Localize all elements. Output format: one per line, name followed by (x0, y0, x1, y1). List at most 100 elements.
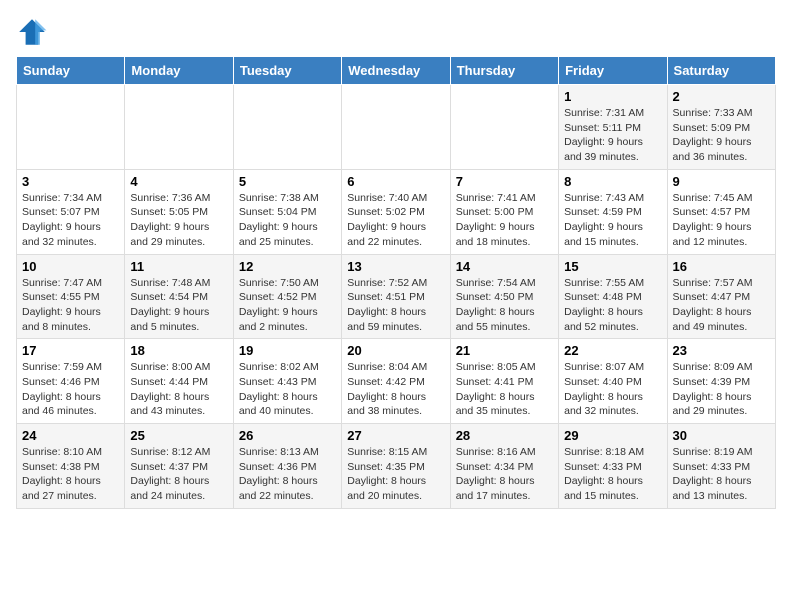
calendar-cell: 22 Sunrise: 8:07 AM Sunset: 4:40 PM Dayli… (559, 339, 667, 424)
calendar-cell: 29Sunrise: 8:18 AM Sunset: 4:33 PM Dayli… (559, 424, 667, 509)
calendar-cell: 19Sunrise: 8:02 AM Sunset: 4:43 PM Dayli… (233, 339, 341, 424)
weekday-header: Tuesday (233, 57, 341, 85)
day-number: 11 (130, 259, 227, 274)
calendar-cell: 14 Sunrise: 7:54 AM Sunset: 4:50 PM Dayli… (450, 254, 558, 339)
day-number: 23 (673, 343, 770, 358)
day-info: Sunrise: 7:38 AM Sunset: 5:04 PM Dayligh… (239, 191, 336, 250)
calendar-cell: 15 Sunrise: 7:55 AM Sunset: 4:48 PM Dayli… (559, 254, 667, 339)
calendar-cell: 20 Sunrise: 8:04 AM Sunset: 4:42 PM Dayli… (342, 339, 450, 424)
day-number: 28 (456, 428, 553, 443)
calendar-cell: 9Sunrise: 7:45 AM Sunset: 4:57 PM Daylig… (667, 169, 775, 254)
day-number: 21 (456, 343, 553, 358)
day-number: 27 (347, 428, 444, 443)
day-info: Sunrise: 7:41 AM Sunset: 5:00 PM Dayligh… (456, 191, 553, 250)
calendar-cell: 30 Sunrise: 8:19 AM Sunset: 4:33 PM Dayli… (667, 424, 775, 509)
day-number: 16 (673, 259, 770, 274)
day-info: Sunrise: 7:55 AM Sunset: 4:48 PM Dayligh… (564, 276, 661, 335)
calendar-cell: 23 Sunrise: 8:09 AM Sunset: 4:39 PM Dayli… (667, 339, 775, 424)
day-info: Sunrise: 7:34 AM Sunset: 5:07 PM Dayligh… (22, 191, 119, 250)
logo-icon (16, 16, 48, 48)
day-info: Sunrise: 7:54 AM Sunset: 4:50 PM Dayligh… (456, 276, 553, 335)
calendar-week-row: 24 Sunrise: 8:10 AM Sunset: 4:38 PM Dayli… (17, 424, 776, 509)
day-info: Sunrise: 8:16 AM Sunset: 4:34 PM Dayligh… (456, 445, 553, 504)
day-info: Sunrise: 8:05 AM Sunset: 4:41 PM Dayligh… (456, 360, 553, 419)
day-number: 18 (130, 343, 227, 358)
day-number: 6 (347, 174, 444, 189)
day-number: 20 (347, 343, 444, 358)
day-info: Sunrise: 8:15 AM Sunset: 4:35 PM Dayligh… (347, 445, 444, 504)
day-info: Sunrise: 7:33 AM Sunset: 5:09 PM Dayligh… (673, 106, 770, 165)
day-number: 17 (22, 343, 119, 358)
day-number: 2 (673, 89, 770, 104)
day-info: Sunrise: 7:59 AM Sunset: 4:46 PM Dayligh… (22, 360, 119, 419)
calendar-cell: 5Sunrise: 7:38 AM Sunset: 5:04 PM Daylig… (233, 169, 341, 254)
day-number: 12 (239, 259, 336, 274)
weekday-header: Saturday (667, 57, 775, 85)
calendar-cell: 25Sunrise: 8:12 AM Sunset: 4:37 PM Dayli… (125, 424, 233, 509)
day-number: 13 (347, 259, 444, 274)
day-info: Sunrise: 8:04 AM Sunset: 4:42 PM Dayligh… (347, 360, 444, 419)
day-info: Sunrise: 7:40 AM Sunset: 5:02 PM Dayligh… (347, 191, 444, 250)
calendar-cell: 18 Sunrise: 8:00 AM Sunset: 4:44 PM Dayli… (125, 339, 233, 424)
day-info: Sunrise: 7:48 AM Sunset: 4:54 PM Dayligh… (130, 276, 227, 335)
day-info: Sunrise: 8:07 AM Sunset: 4:40 PM Dayligh… (564, 360, 661, 419)
weekday-header-row: SundayMondayTuesdayWednesdayThursdayFrid… (17, 57, 776, 85)
day-number: 4 (130, 174, 227, 189)
day-number: 30 (673, 428, 770, 443)
calendar-cell: 13 Sunrise: 7:52 AM Sunset: 4:51 PM Dayli… (342, 254, 450, 339)
calendar-cell: 8Sunrise: 7:43 AM Sunset: 4:59 PM Daylig… (559, 169, 667, 254)
calendar-cell: 10Sunrise: 7:47 AM Sunset: 4:55 PM Dayli… (17, 254, 125, 339)
calendar-header: SundayMondayTuesdayWednesdayThursdayFrid… (17, 57, 776, 85)
day-info: Sunrise: 8:09 AM Sunset: 4:39 PM Dayligh… (673, 360, 770, 419)
calendar-cell: 4 Sunrise: 7:36 AM Sunset: 5:05 PM Daylig… (125, 169, 233, 254)
day-info: Sunrise: 7:36 AM Sunset: 5:05 PM Dayligh… (130, 191, 227, 250)
calendar-week-row: 3Sunrise: 7:34 AM Sunset: 5:07 PM Daylig… (17, 169, 776, 254)
day-number: 10 (22, 259, 119, 274)
page-header (16, 16, 776, 48)
day-number: 26 (239, 428, 336, 443)
day-info: Sunrise: 7:43 AM Sunset: 4:59 PM Dayligh… (564, 191, 661, 250)
calendar-table: SundayMondayTuesdayWednesdayThursdayFrid… (16, 56, 776, 509)
day-number: 7 (456, 174, 553, 189)
calendar-body: 1 Sunrise: 7:31 AM Sunset: 5:11 PM Daylig… (17, 85, 776, 509)
weekday-header: Thursday (450, 57, 558, 85)
day-number: 1 (564, 89, 661, 104)
day-number: 29 (564, 428, 661, 443)
calendar-cell: 27 Sunrise: 8:15 AM Sunset: 4:35 PM Dayli… (342, 424, 450, 509)
weekday-header: Sunday (17, 57, 125, 85)
logo (16, 16, 52, 48)
calendar-cell: 1 Sunrise: 7:31 AM Sunset: 5:11 PM Daylig… (559, 85, 667, 170)
day-number: 14 (456, 259, 553, 274)
day-info: Sunrise: 8:12 AM Sunset: 4:37 PM Dayligh… (130, 445, 227, 504)
calendar-cell: 12 Sunrise: 7:50 AM Sunset: 4:52 PM Dayli… (233, 254, 341, 339)
calendar-cell (17, 85, 125, 170)
calendar-cell (342, 85, 450, 170)
day-number: 15 (564, 259, 661, 274)
weekday-header: Friday (559, 57, 667, 85)
day-number: 24 (22, 428, 119, 443)
day-info: Sunrise: 7:52 AM Sunset: 4:51 PM Dayligh… (347, 276, 444, 335)
calendar-cell: 24 Sunrise: 8:10 AM Sunset: 4:38 PM Dayli… (17, 424, 125, 509)
day-number: 22 (564, 343, 661, 358)
calendar-cell (125, 85, 233, 170)
day-info: Sunrise: 7:50 AM Sunset: 4:52 PM Dayligh… (239, 276, 336, 335)
calendar-cell (233, 85, 341, 170)
calendar-cell: 28 Sunrise: 8:16 AM Sunset: 4:34 PM Dayli… (450, 424, 558, 509)
calendar-cell: 3Sunrise: 7:34 AM Sunset: 5:07 PM Daylig… (17, 169, 125, 254)
calendar-cell: 2 Sunrise: 7:33 AM Sunset: 5:09 PM Daylig… (667, 85, 775, 170)
calendar-week-row: 1 Sunrise: 7:31 AM Sunset: 5:11 PM Daylig… (17, 85, 776, 170)
day-info: Sunrise: 8:00 AM Sunset: 4:44 PM Dayligh… (130, 360, 227, 419)
calendar-week-row: 10Sunrise: 7:47 AM Sunset: 4:55 PM Dayli… (17, 254, 776, 339)
day-info: Sunrise: 7:57 AM Sunset: 4:47 PM Dayligh… (673, 276, 770, 335)
day-info: Sunrise: 8:10 AM Sunset: 4:38 PM Dayligh… (22, 445, 119, 504)
calendar-cell: 26 Sunrise: 8:13 AM Sunset: 4:36 PM Dayli… (233, 424, 341, 509)
day-info: Sunrise: 8:13 AM Sunset: 4:36 PM Dayligh… (239, 445, 336, 504)
day-info: Sunrise: 8:02 AM Sunset: 4:43 PM Dayligh… (239, 360, 336, 419)
day-info: Sunrise: 7:45 AM Sunset: 4:57 PM Dayligh… (673, 191, 770, 250)
weekday-header: Wednesday (342, 57, 450, 85)
calendar-cell: 7 Sunrise: 7:41 AM Sunset: 5:00 PM Daylig… (450, 169, 558, 254)
day-info: Sunrise: 7:31 AM Sunset: 5:11 PM Dayligh… (564, 106, 661, 165)
calendar-week-row: 17 Sunrise: 7:59 AM Sunset: 4:46 PM Dayli… (17, 339, 776, 424)
calendar-cell: 16 Sunrise: 7:57 AM Sunset: 4:47 PM Dayli… (667, 254, 775, 339)
day-info: Sunrise: 8:19 AM Sunset: 4:33 PM Dayligh… (673, 445, 770, 504)
